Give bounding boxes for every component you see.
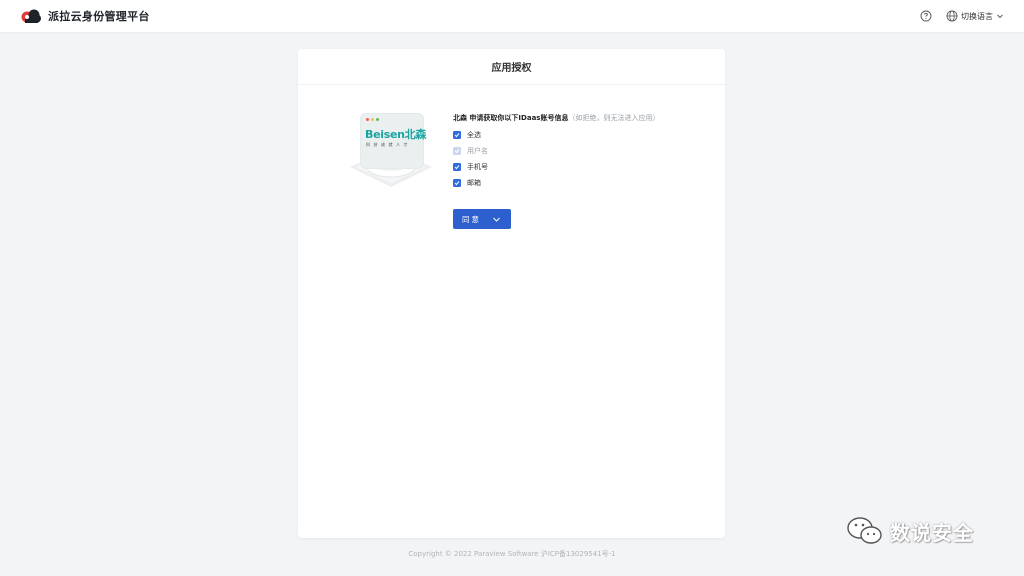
- footer-copyright: Copyright © 2022 Paraview Software 沪ICP备…: [408, 550, 616, 558]
- option-label: 邮箱: [467, 178, 481, 187]
- watermark: 数说安全: [846, 514, 996, 548]
- request-note: （如拒绝，则无法进入应用）: [568, 114, 660, 122]
- card-header: 应用授权: [298, 49, 725, 85]
- check-icon: [454, 164, 460, 169]
- option-username: 用户名: [453, 146, 713, 155]
- top-bar: 派拉云身份管理平台 切换语言: [0, 0, 1024, 32]
- option-phone[interactable]: 手机号: [453, 162, 713, 171]
- brand[interactable]: 派拉云身份管理平台: [20, 8, 150, 24]
- option-label: 手机号: [467, 162, 488, 171]
- option-label: 用户名: [467, 146, 488, 155]
- globe-icon: [946, 10, 958, 22]
- chevron-down-icon[interactable]: [492, 215, 501, 224]
- check-icon: [454, 132, 460, 137]
- app-logo-text: Beisen北森: [365, 128, 427, 141]
- checkbox-disabled: [453, 146, 461, 155]
- option-email[interactable]: 邮箱: [453, 178, 713, 187]
- checkbox[interactable]: [453, 178, 461, 187]
- brand-title: 派拉云身份管理平台: [48, 10, 150, 23]
- question-circle-icon[interactable]: [920, 10, 932, 22]
- request-text: 申请获取你以下IDaas账号信息: [467, 114, 569, 122]
- app-icon: Beisen北森 科技成就人才: [360, 113, 427, 169]
- checkbox[interactable]: [453, 130, 461, 139]
- option-label: 全选: [467, 130, 481, 139]
- wechat-icon: [847, 517, 882, 544]
- checkbox[interactable]: [453, 162, 461, 171]
- chevron-down-icon: [997, 14, 1003, 19]
- window-dots: [366, 118, 379, 121]
- option-select-all[interactable]: 全选: [453, 130, 713, 139]
- card-title: 应用授权: [491, 63, 532, 74]
- app-illustration: Beisen北森 科技成就人才: [348, 109, 434, 193]
- permission-heading: 北森 申请获取你以下IDaas账号信息（如拒绝，则无法进入应用）: [453, 113, 713, 123]
- agree-button[interactable]: 同意: [453, 209, 511, 229]
- language-switcher[interactable]: 切换语言: [946, 10, 1004, 22]
- language-label: 切换语言: [961, 11, 993, 21]
- check-icon: [454, 180, 460, 185]
- watermark-text: 数说安全: [890, 520, 974, 545]
- top-right-actions: 切换语言: [920, 10, 1004, 22]
- app-tagline: 科技成就人才: [366, 142, 411, 147]
- permission-panel: 北森 申请获取你以下IDaas账号信息（如拒绝，则无法进入应用） 全选 用户名 …: [453, 113, 713, 187]
- cloud-logo-icon: [21, 9, 41, 23]
- authorization-card: 应用授权 Beisen北森 科技成就人才 北森 申请获取你以下IDaas账号信息…: [298, 49, 725, 538]
- agree-button-label: 同意: [462, 214, 481, 224]
- requesting-app-name: 北森: [453, 114, 467, 122]
- check-icon: [454, 148, 460, 153]
